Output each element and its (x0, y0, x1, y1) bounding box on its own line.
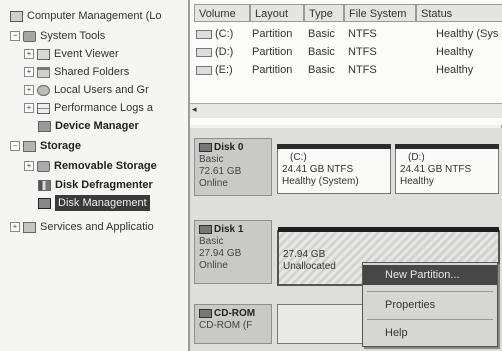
col-layout[interactable]: Layout (250, 4, 304, 22)
table-row[interactable]: (E:) Partition Basic NTFS Healthy (196, 62, 502, 78)
tree-storage[interactable]: − Storage (10, 138, 81, 154)
table-row[interactable]: (C:) Partition Basic NTFS Healthy (Sys (196, 26, 502, 42)
col-status[interactable]: Status (416, 4, 502, 22)
tree-removable-storage[interactable]: + Removable Storage (24, 158, 157, 174)
folder-icon (37, 66, 50, 78)
device-manager-icon (38, 120, 51, 132)
services-icon (23, 221, 36, 233)
cdrom-icon (199, 308, 212, 318)
tree-services[interactable]: + Services and Applicatio (10, 219, 154, 235)
col-volume[interactable]: Volume (194, 4, 250, 22)
expand-icon[interactable]: + (24, 103, 34, 113)
tree-performance-logs[interactable]: + Performance Logs a (24, 100, 153, 116)
event-viewer-icon (37, 48, 50, 60)
col-type[interactable]: Type (304, 4, 344, 22)
users-icon (37, 84, 50, 96)
tree-local-users[interactable]: + Local Users and Gr (24, 82, 149, 98)
disk-0-label[interactable]: Disk 0 Basic 72.61 GB Online (194, 138, 272, 196)
tree-shared-folders[interactable]: + Shared Folders (24, 64, 129, 80)
tree-root[interactable]: Computer Management (Lo (10, 8, 162, 24)
collapse-icon[interactable]: − (10, 31, 20, 41)
menu-separator (367, 319, 493, 320)
storage-icon (23, 140, 36, 152)
expand-icon[interactable]: + (24, 49, 34, 59)
menu-help[interactable]: Help (363, 323, 497, 343)
scroll-left-icon[interactable]: ◂ (192, 104, 197, 115)
menu-new-partition[interactable]: New Partition... (363, 265, 497, 285)
partition-bar (395, 144, 499, 149)
tree-event-viewer[interactable]: + Event Viewer (24, 46, 119, 62)
menu-separator (367, 291, 493, 292)
volume-list: Volume Layout Type File System Status (C… (190, 0, 502, 125)
collapse-icon[interactable]: − (10, 141, 20, 151)
disk-1-label[interactable]: Disk 1 Basic 27.94 GB Online (194, 220, 272, 284)
partition-c[interactable]: (C:) 24.41 GB NTFS Healthy (System) (277, 144, 391, 194)
cdrom-label[interactable]: CD-ROM CD-ROM (F (194, 304, 272, 344)
tree-device-manager[interactable]: Device Manager (38, 118, 139, 134)
console-tree: Computer Management (Lo − System Tools +… (0, 0, 190, 351)
horizontal-scrollbar[interactable]: ◂ (190, 103, 502, 118)
tree-system-tools[interactable]: − System Tools (10, 28, 105, 44)
tree-disk-management[interactable]: Disk Management (38, 195, 150, 211)
disk-icon (199, 224, 212, 234)
partition-bar (278, 227, 499, 232)
volume-icon (196, 65, 212, 75)
volume-icon (196, 29, 212, 39)
disk-management-icon (38, 197, 51, 209)
tree-disk-defragmenter[interactable]: Disk Defragmenter (38, 177, 153, 193)
volume-icon (196, 47, 212, 57)
performance-icon (37, 102, 50, 114)
menu-properties[interactable]: Properties (363, 295, 497, 315)
tools-icon (23, 30, 36, 42)
expand-icon[interactable]: + (10, 222, 20, 232)
cdrom-area[interactable] (277, 304, 363, 344)
defragmenter-icon (38, 179, 51, 191)
expand-icon[interactable]: + (24, 161, 34, 171)
table-row[interactable]: (D:) Partition Basic NTFS Healthy (196, 44, 502, 60)
computer-icon (10, 10, 23, 22)
context-menu: New Partition... Properties Help (362, 262, 498, 347)
removable-storage-icon (37, 160, 50, 172)
col-file-system[interactable]: File System (344, 4, 416, 22)
disk-icon (199, 142, 212, 152)
expand-icon[interactable]: + (24, 67, 34, 77)
expand-icon[interactable]: + (24, 85, 34, 95)
partition-d[interactable]: (D:) 24.41 GB NTFS Healthy (395, 144, 499, 194)
partition-bar (277, 144, 391, 149)
